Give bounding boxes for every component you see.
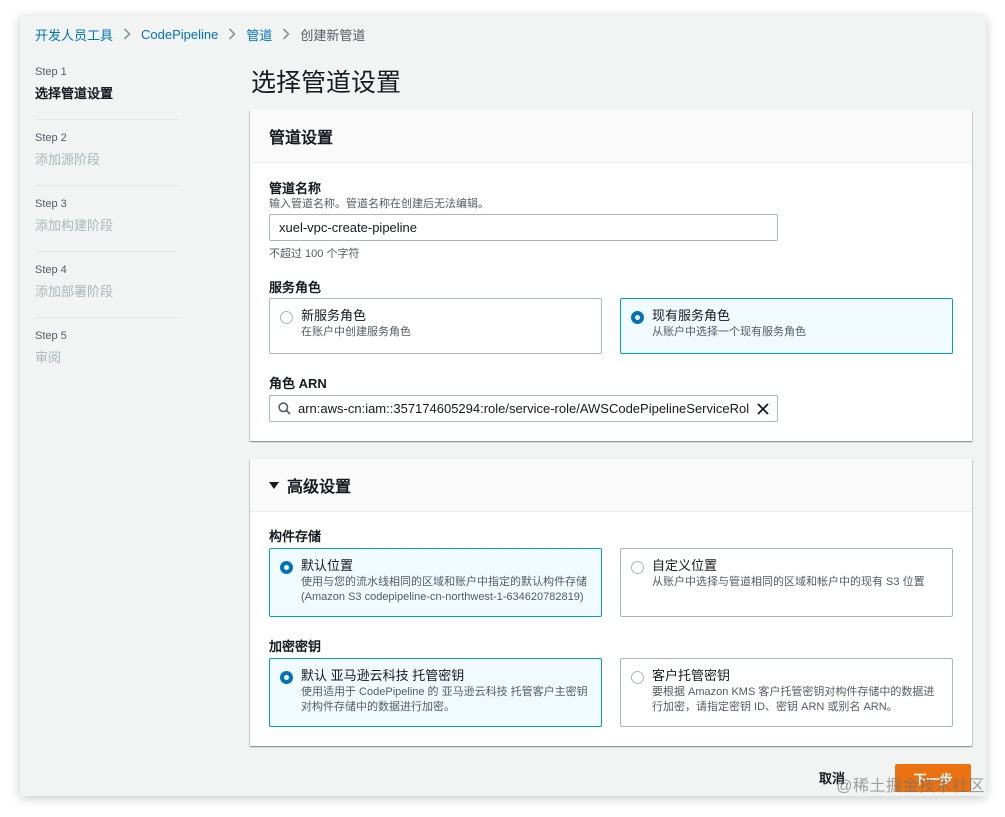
option-description: 要根据 Amazon KMS 客户托管密钥对构件存储中的数据进行加密，请指定密钥…: [652, 686, 935, 713]
artifact-store-label: 构件存储: [269, 529, 322, 544]
chevron-right-icon: [228, 28, 236, 40]
panel-header: 管道设置: [250, 110, 972, 163]
option-description: 使用与您的流水线相同的区域和账户中指定的默认构件存储 (Amazon S3 co…: [301, 576, 587, 603]
customer-managed-key-option[interactable]: 客户托管密钥 要根据 Amazon KMS 客户托管密钥对构件存储中的数据进行加…: [620, 658, 953, 727]
panel-body: 管道名称 输入管道名称。管道名称在创建后无法编辑。 不超过 100 个字符 服务…: [250, 163, 972, 441]
panel-body: 构件存储 默认位置 使用与您的流水线相同的区域和账户中指定的默认构件存储 (Am…: [250, 512, 972, 746]
option-title: 默认位置: [301, 558, 354, 573]
wizard-step-2: Step 2 添加源阶段: [35, 132, 178, 186]
existing-service-role-option[interactable]: 现有服务角色 从账户中选择一个现有服务角色: [620, 298, 953, 354]
step-title: 审阅: [35, 350, 62, 365]
radio-button[interactable]: [280, 311, 293, 324]
wizard-step-3: Step 3 添加构建阶段: [35, 198, 178, 252]
option-description: 在账户中创建服务角色: [301, 326, 411, 338]
page-title: 选择管道设置: [251, 69, 402, 97]
wizard-step-1: Step 1 选择管道设置: [35, 66, 178, 120]
breadcrumb: 开发人员工具 CodePipeline 管道 创建新管道: [35, 24, 365, 44]
advanced-settings-toggle[interactable]: 高级设置: [250, 459, 972, 512]
service-role-label: 服务角色: [269, 280, 322, 295]
panel-header-title: 高级设置: [287, 479, 352, 496]
breadcrumb-codepipeline[interactable]: CodePipeline: [141, 27, 218, 42]
option-title: 默认 亚马逊云科技 托管密钥: [301, 668, 465, 683]
option-title: 自定义位置: [652, 558, 718, 573]
breadcrumb-current: 创建新管道: [300, 27, 366, 43]
watermark: @稀土掘金技术社区: [836, 778, 985, 795]
wizard-step-5: Step 5 审阅: [35, 330, 178, 384]
option-description: 从账户中选择与管道相同的区域和帐户中的现有 S3 位置: [652, 576, 925, 588]
clear-icon[interactable]: [749, 402, 777, 415]
search-icon: [270, 402, 298, 415]
chevron-right-icon: [282, 28, 291, 40]
wizard-step-4: Step 4 添加部署阶段: [35, 264, 178, 318]
step-title: 添加部署阶段: [35, 284, 114, 299]
pipeline-name-constraint: 不超过 100 个字符: [269, 248, 360, 260]
encryption-key-label: 加密密钥: [269, 639, 322, 654]
app-frame: 开发人员工具 CodePipeline 管道 创建新管道 Step 1 选择管道…: [20, 16, 986, 796]
new-service-role-option[interactable]: 新服务角色 在账户中创建服务角色: [269, 298, 602, 354]
step-title: 添加源阶段: [35, 152, 101, 167]
wizard-steps: Step 1 选择管道设置 Step 2 添加源阶段 Step 3 添加构建阶段…: [35, 66, 178, 396]
radio-button[interactable]: [631, 561, 644, 574]
custom-location-option[interactable]: 自定义位置 从账户中选择与管道相同的区域和帐户中的现有 S3 位置: [620, 548, 953, 617]
breadcrumb-pipelines[interactable]: 管道: [246, 25, 272, 44]
step-number: Step 5: [35, 330, 67, 342]
role-arn-input[interactable]: arn:aws-cn:iam::357174605294:role/servic…: [269, 395, 778, 422]
step-title: 选择管道设置: [35, 86, 114, 101]
radio-button[interactable]: [631, 311, 644, 324]
option-title: 客户托管密钥: [652, 668, 731, 683]
caret-down-icon: [269, 481, 279, 489]
pipeline-settings-panel: 管道设置 管道名称 输入管道名称。管道名称在创建后无法编辑。 不超过 100 个…: [250, 110, 972, 441]
option-title: 新服务角色: [301, 308, 367, 323]
radio-button[interactable]: [631, 671, 644, 684]
option-description: 从账户中选择一个现有服务角色: [652, 326, 806, 338]
radio-button[interactable]: [280, 561, 293, 574]
pipeline-name-description: 输入管道名称。管道名称在创建后无法编辑。: [269, 198, 489, 210]
pipeline-name-input[interactable]: [269, 214, 778, 241]
default-managed-key-option[interactable]: 默认 亚马逊云科技 托管密钥 使用适用于 CodePipeline 的 亚马逊云…: [269, 658, 602, 727]
step-number: Step 1: [35, 66, 67, 78]
step-number: Step 3: [35, 198, 67, 210]
radio-button[interactable]: [280, 671, 293, 684]
step-number: Step 2: [35, 132, 67, 144]
option-description: 使用适用于 CodePipeline 的 亚马逊云科技 托管客户主密钥对构件存储…: [301, 686, 588, 713]
advanced-settings-panel: 高级设置 构件存储 默认位置 使用与您的流水线相同的区域和账户中指定的默认构件存…: [250, 459, 972, 746]
default-location-option[interactable]: 默认位置 使用与您的流水线相同的区域和账户中指定的默认构件存储 (Amazon …: [269, 548, 602, 617]
step-title: 添加构建阶段: [35, 218, 114, 233]
option-title: 现有服务角色: [652, 308, 731, 323]
role-arn-label: 角色 ARN: [269, 376, 327, 391]
step-number: Step 4: [35, 264, 67, 276]
breadcrumb-developer-tools[interactable]: 开发人员工具: [35, 25, 113, 44]
chevron-right-icon: [123, 28, 131, 40]
role-arn-value[interactable]: arn:aws-cn:iam::357174605294:role/servic…: [298, 401, 749, 416]
